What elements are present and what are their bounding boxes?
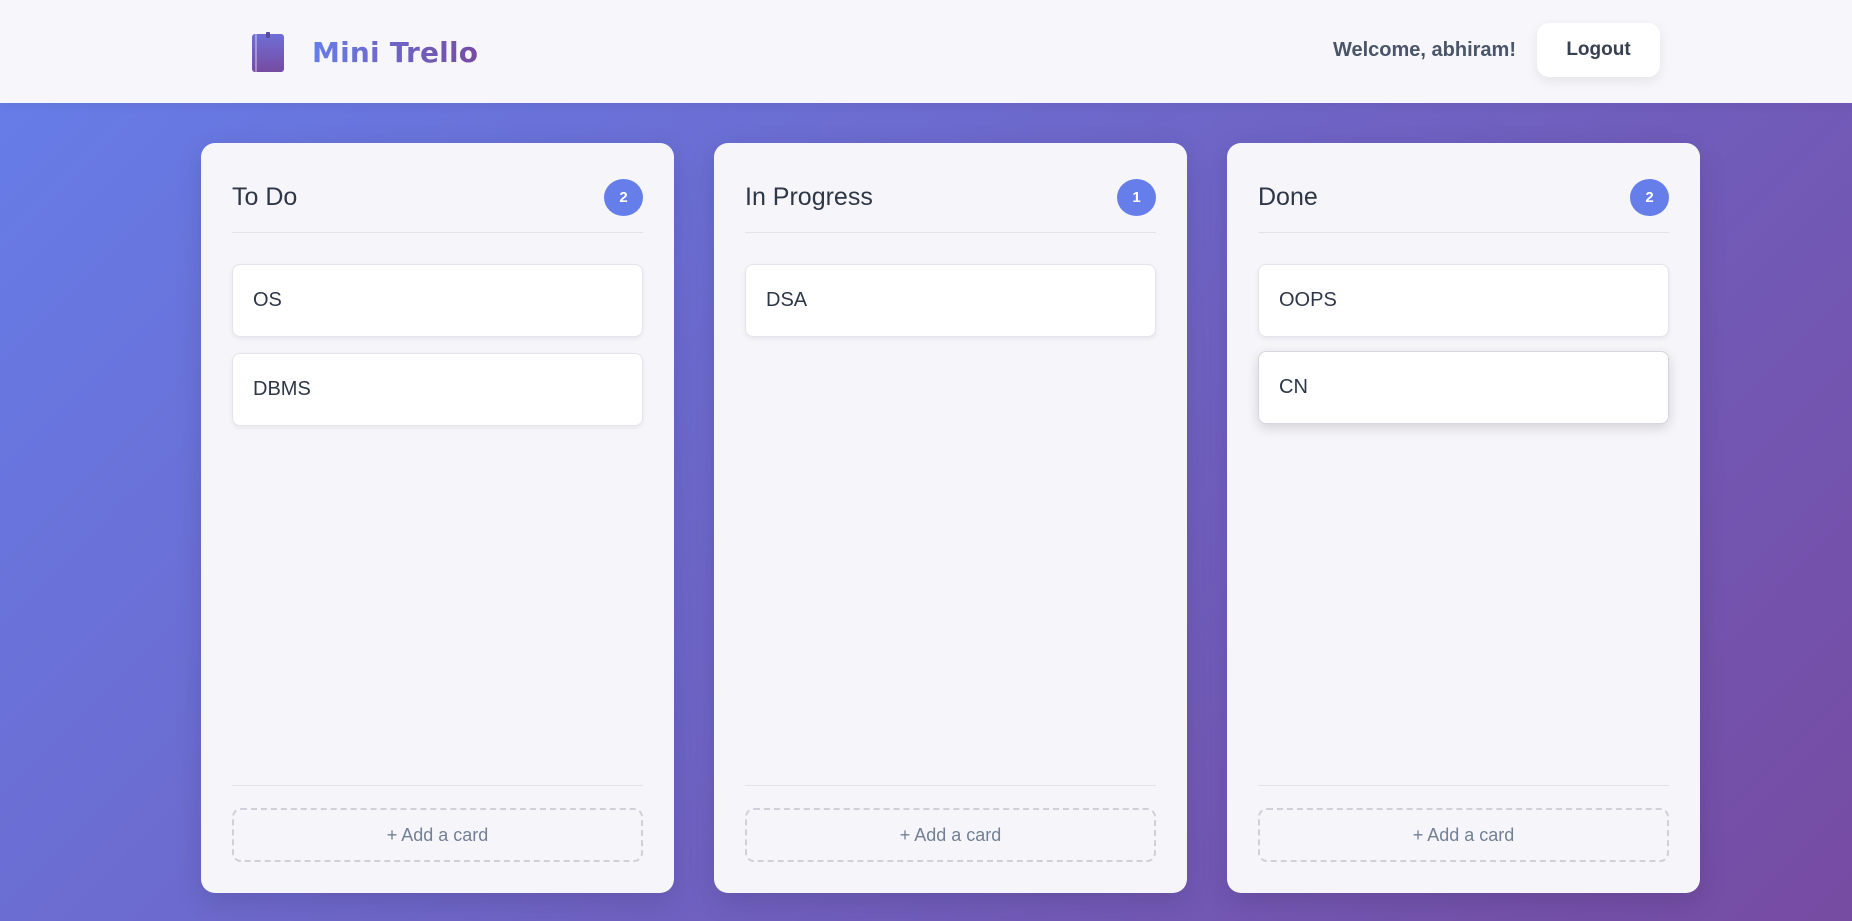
card[interactable]: OS (232, 264, 643, 337)
column-done: Done 2 OOPS CN + Add a card (1227, 143, 1700, 893)
column-in-progress: In Progress 1 DSA + Add a card (714, 143, 1187, 893)
divider (232, 785, 643, 786)
divider (745, 785, 1156, 786)
add-card-button[interactable]: + Add a card (745, 808, 1156, 862)
user-area: Welcome, abhiram! Logout (1333, 23, 1660, 77)
top-navbar: Mini Trello Welcome, abhiram! Logout (0, 0, 1852, 103)
column-header: To Do 2 (232, 178, 643, 217)
logout-button[interactable]: Logout (1537, 23, 1660, 77)
notebook-icon (252, 32, 284, 72)
card-list: OS DBMS (232, 264, 643, 442)
divider (745, 232, 1156, 233)
divider (1258, 785, 1669, 786)
column-title: To Do (232, 183, 298, 211)
welcome-message: Welcome, abhiram! (1332, 38, 1516, 61)
divider (232, 232, 643, 233)
card-count-badge: 1 (1117, 179, 1156, 216)
card[interactable]: DSA (745, 264, 1156, 337)
add-card-button[interactable]: + Add a card (1258, 808, 1669, 862)
add-card-button[interactable]: + Add a card (232, 808, 643, 862)
card-list: DSA (745, 264, 1156, 353)
divider (1258, 232, 1669, 233)
card[interactable]: CN (1258, 351, 1669, 424)
column-header: Done 2 (1258, 178, 1669, 217)
column-header: In Progress 1 (745, 178, 1156, 217)
brand: Mini Trello (252, 32, 478, 72)
card[interactable]: DBMS (232, 353, 643, 426)
card-list: OOPS CN (1258, 264, 1669, 440)
card-count-badge: 2 (604, 179, 643, 216)
card-count-badge: 2 (1630, 179, 1669, 216)
board: To Do 2 OS DBMS + Add a card In Progress… (201, 143, 1700, 893)
column-title: In Progress (745, 183, 873, 211)
column-todo: To Do 2 OS DBMS + Add a card (201, 143, 674, 893)
app-title: Mini Trello (312, 35, 479, 69)
card[interactable]: OOPS (1258, 264, 1669, 337)
column-title: Done (1258, 183, 1318, 211)
